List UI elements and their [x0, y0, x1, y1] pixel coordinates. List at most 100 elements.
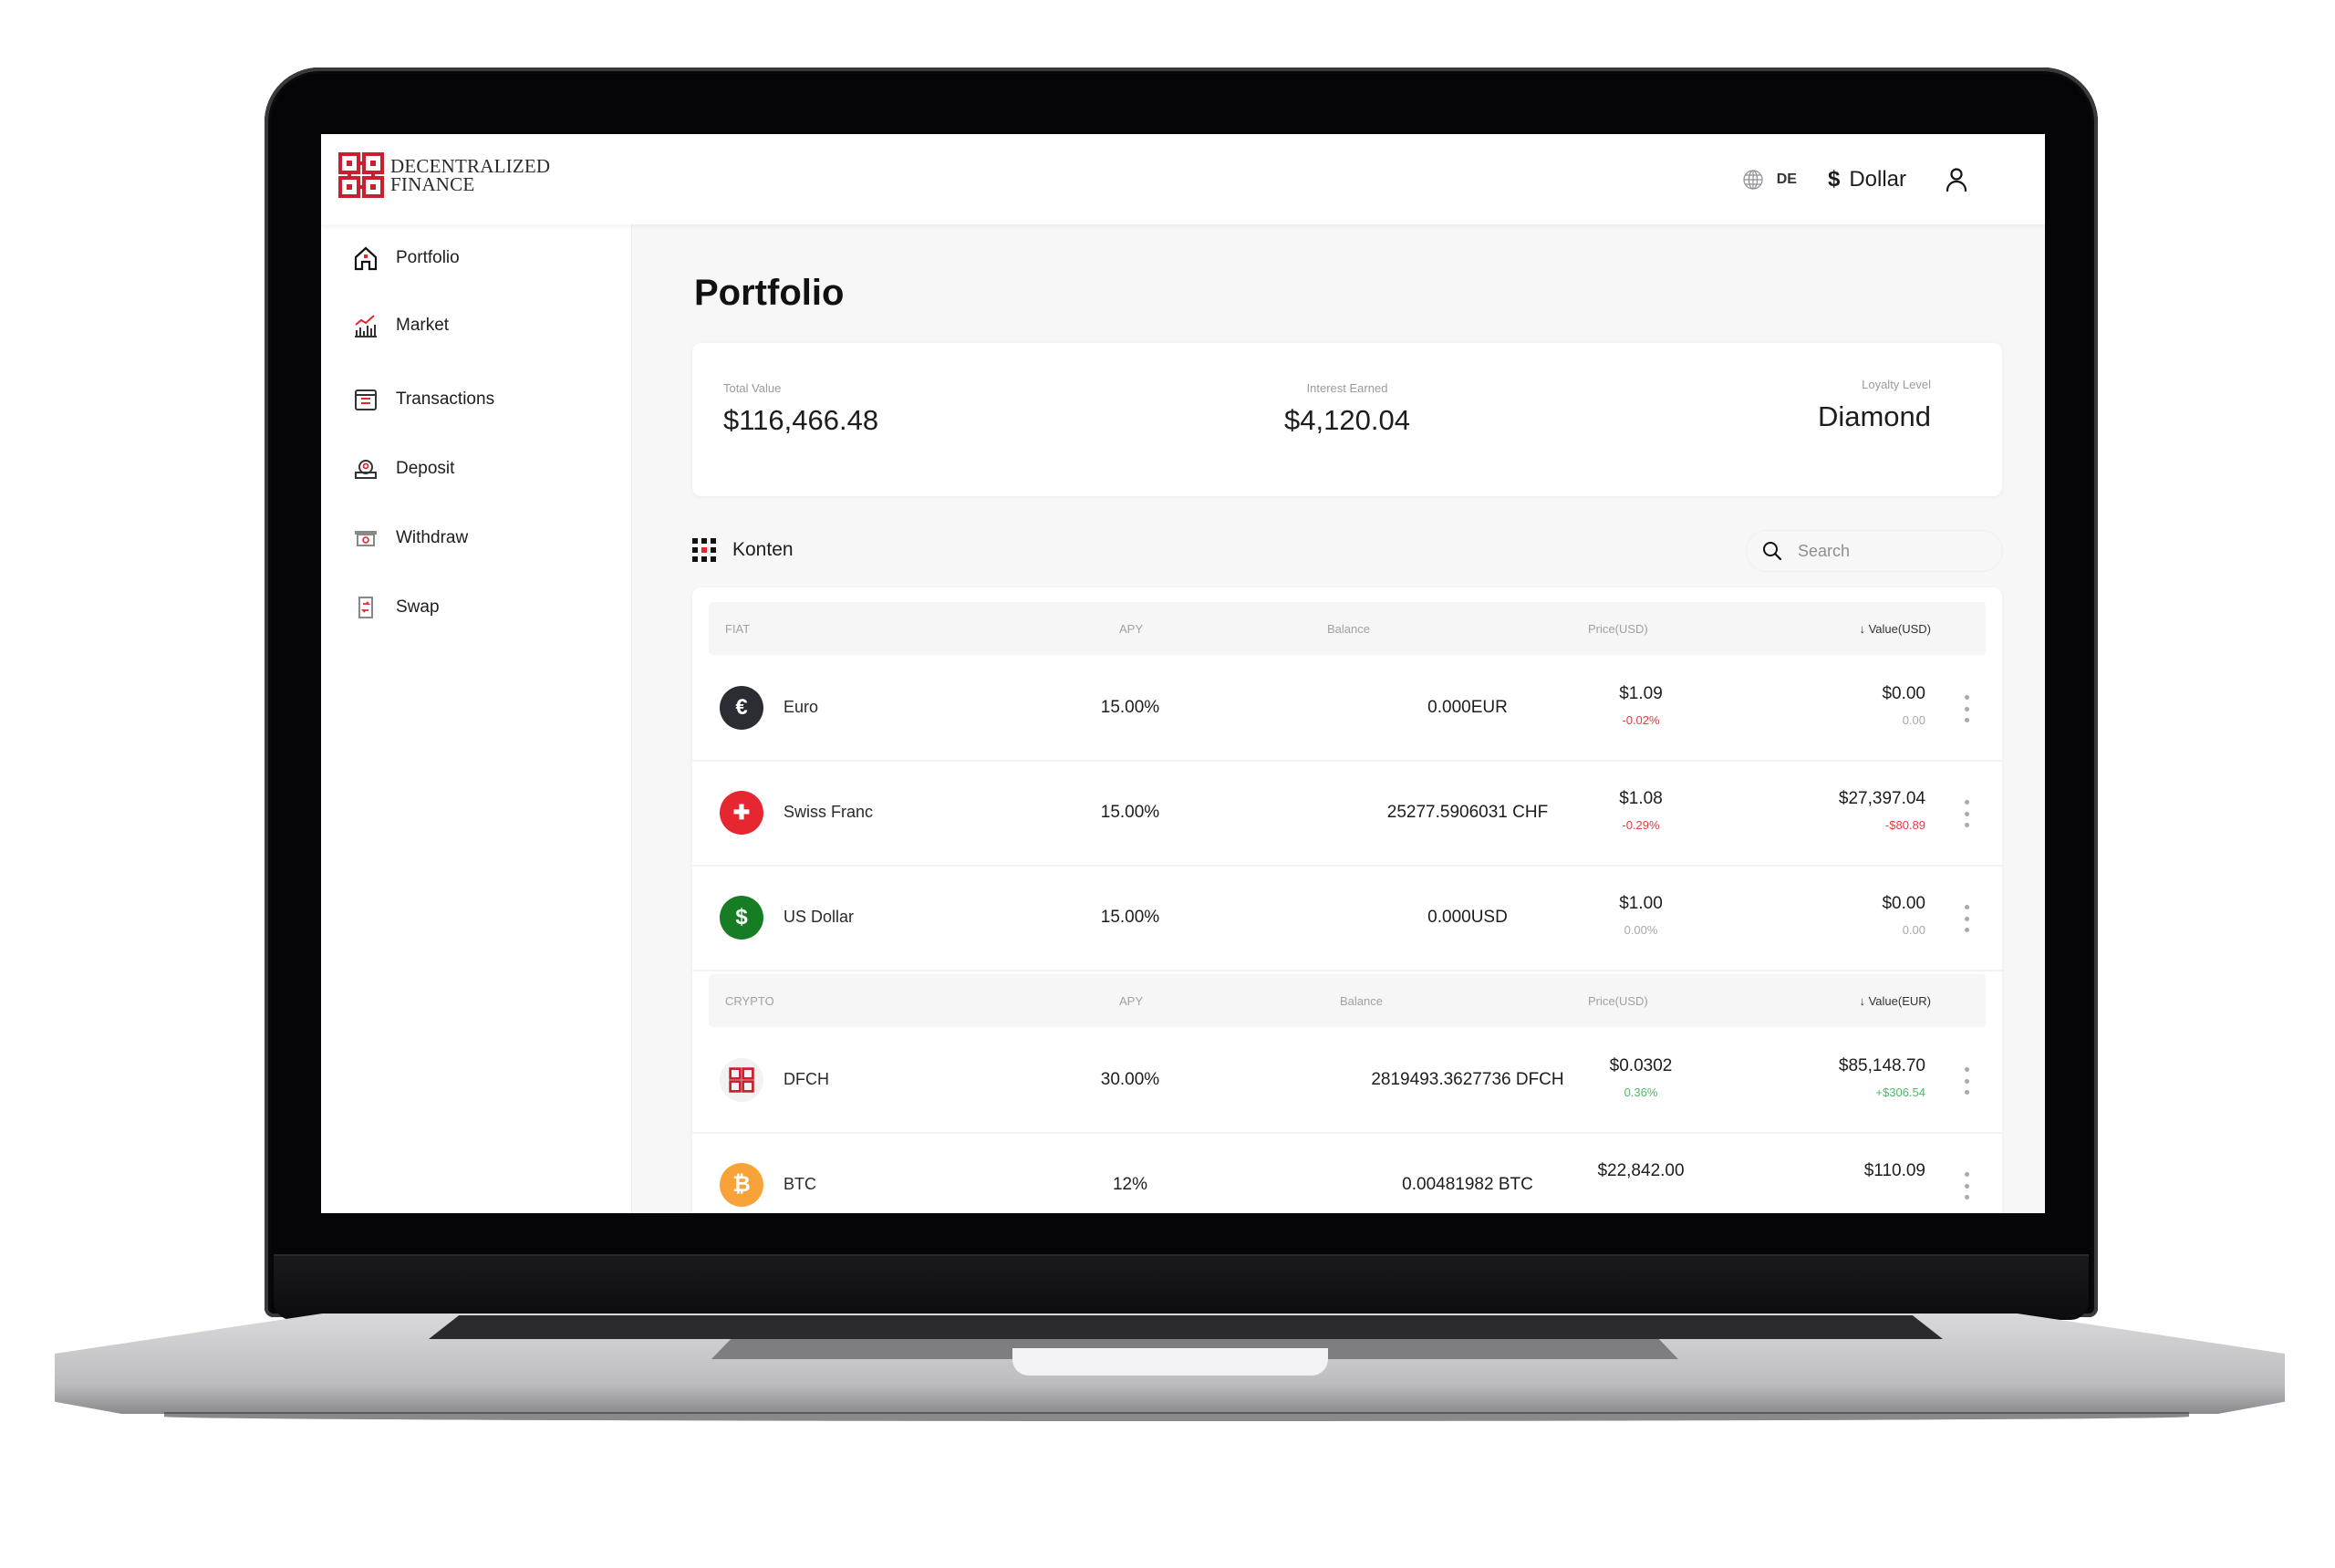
brand-line-1: DECENTRALIZED	[390, 155, 551, 177]
asset-apy: 15.00%	[1100, 803, 1160, 822]
value-amount: $0.00	[1882, 684, 1925, 703]
value-change: -$80.89	[1884, 818, 1925, 832]
table-row-swiss-franc[interactable]: ✚ Swiss Franc 15.00% 25277.5906031 CHF $…	[692, 760, 2002, 867]
more-options-icon[interactable]	[1962, 695, 1971, 722]
asset-name: BTC	[784, 1175, 816, 1193]
transactions-icon	[355, 389, 377, 410]
language-selector[interactable]: DE	[1742, 169, 1797, 191]
loyalty-level-label: Loyalty Level	[1862, 378, 1931, 391]
asset-value: $0.00 0.00	[1688, 894, 1925, 937]
sidebar-item-deposit[interactable]: Deposit	[352, 455, 454, 483]
laptop-keyboard	[429, 1315, 1943, 1339]
dfch-icon	[720, 1058, 763, 1102]
dollar-icon: $	[1827, 167, 1841, 192]
search-input[interactable]	[1796, 540, 1982, 562]
user-icon[interactable]	[1943, 166, 1970, 193]
euro-icon: €	[720, 686, 763, 730]
sidebar-item-label: Deposit	[396, 459, 455, 478]
table-row-us-dollar[interactable]: $ US Dollar 15.00% 0.000USD $1.00 0.00% …	[692, 865, 2002, 971]
asset-name: Euro	[784, 698, 819, 716]
asset-value: $85,148.70 +$306.54	[1688, 1056, 1925, 1099]
sidebar-item-portfolio[interactable]: Portfolio	[352, 244, 460, 272]
value-amount: $85,148.70	[1838, 1056, 1925, 1075]
swap-icon	[358, 597, 373, 618]
sidebar-item-label: Transactions	[396, 389, 495, 409]
column-header-balance[interactable]: Balance	[1327, 622, 1370, 636]
column-header-apy[interactable]: APY	[1119, 994, 1143, 1008]
globe-icon	[1743, 170, 1763, 190]
more-options-icon[interactable]	[1962, 800, 1971, 827]
currency-label: Dollar	[1849, 167, 1906, 192]
laptop-shadow	[164, 1412, 2189, 1421]
column-header-apy[interactable]: APY	[1119, 622, 1143, 636]
sidebar-item-label: Withdraw	[396, 528, 469, 547]
loyalty-level-value: Diamond	[1817, 400, 1931, 432]
column-header-crypto: CRYPTO	[725, 994, 774, 1008]
column-header-price[interactable]: Price(USD)	[1588, 622, 1648, 636]
accounts-title-text: Konten	[732, 539, 794, 560]
sidebar-item-label: Market	[396, 316, 450, 335]
asset-apy: 30.00%	[1100, 1070, 1160, 1089]
app-screen: DECENTRALIZED FINANCE DE $ Dollar Portfo…	[321, 134, 2045, 1213]
value-amount: $0.00	[1882, 894, 1925, 913]
asset-name: DFCH	[784, 1070, 829, 1088]
column-header-value-sorted[interactable]: ↓ Value(EUR)	[1859, 994, 1931, 1008]
value-change: 0.00	[1902, 713, 1925, 727]
sidebar-item-market[interactable]: Market	[352, 312, 449, 339]
asset-name: US Dollar	[784, 908, 855, 926]
swiss-franc-icon: ✚	[720, 791, 763, 835]
brand-logo[interactable]: DECENTRALIZED FINANCE	[337, 151, 550, 199]
brand-line-2: FINANCE	[390, 173, 475, 195]
column-header-value-sorted[interactable]: ↓ Value(USD)	[1859, 622, 1931, 636]
page-title: Portfolio	[694, 273, 845, 313]
more-options-icon[interactable]	[1962, 905, 1971, 932]
asset-name: Swiss Franc	[784, 803, 874, 821]
column-header-fiat: FIAT	[725, 622, 751, 636]
value-amount: $27,397.04	[1838, 789, 1925, 808]
table-row-dfch[interactable]: DFCH 30.00% 2819493.3627736 DFCH $0.0302…	[692, 1027, 2002, 1134]
asset-apy: 12%	[1112, 1175, 1148, 1194]
sidebar-item-label: Swap	[396, 597, 440, 617]
grid-icon	[692, 538, 716, 562]
bitcoin-icon: ₿	[720, 1163, 763, 1207]
loyalty-level-stat: Loyalty Level Diamond	[1818, 378, 1931, 433]
table-row-btc[interactable]: ₿ BTC 12% 0.00481982 BTC $22,842.00 $110…	[692, 1132, 2002, 1213]
fiat-table-header: FIAT APY Balance Price(USD) ↓ Value(USD)	[709, 602, 1986, 655]
us-dollar-icon: $	[720, 896, 763, 940]
sidebar-item-swap[interactable]: Swap	[352, 594, 440, 621]
more-options-icon[interactable]	[1962, 1067, 1971, 1095]
deposit-icon	[355, 460, 377, 479]
asset-value: $110.09	[1688, 1161, 1925, 1190]
interest-earned-label: Interest Earned	[1306, 381, 1388, 395]
sidebar-item-withdraw[interactable]: Withdraw	[352, 524, 468, 552]
language-code: DE	[1776, 171, 1797, 187]
laptop-notch	[1012, 1348, 1328, 1376]
more-options-icon[interactable]	[1962, 1172, 1971, 1199]
interest-earned-value: $4,120.04	[1284, 404, 1410, 436]
sidebar-item-transactions[interactable]: Transactions	[352, 386, 494, 413]
sidebar-item-label: Portfolio	[396, 248, 460, 267]
crypto-table-header: CRYPTO APY Balance Price(USD) ↓ Value(EU…	[709, 974, 1986, 1027]
laptop-hinge	[274, 1254, 2089, 1320]
main-content: Portfolio Total Value $116,466.48 Intere…	[632, 224, 2045, 1213]
table-row-euro[interactable]: € Euro 15.00% 0.000EUR $1.09 -0.02% $0.0…	[692, 655, 2002, 762]
home-icon	[354, 246, 378, 271]
portfolio-summary-card: Total Value $116,466.48 Interest Earned …	[692, 343, 2002, 496]
asset-apy: 15.00%	[1100, 908, 1160, 927]
brand-name: DECENTRALIZED FINANCE	[390, 155, 551, 195]
value-amount: $110.09	[1863, 1161, 1925, 1180]
top-header: DECENTRALIZED FINANCE DE $ Dollar	[321, 134, 2045, 224]
accounts-table: FIAT APY Balance Price(USD) ↓ Value(USD)…	[692, 587, 2002, 1213]
value-change: +$306.54	[1875, 1085, 1925, 1099]
asset-value: $0.00 0.00	[1688, 684, 1925, 727]
asset-value: $27,397.04 -$80.89	[1688, 789, 1925, 832]
accounts-toolbar: Konten	[692, 531, 2002, 571]
search-icon	[1763, 542, 1782, 561]
sidebar: Portfolio Market Transactions Deposit Wi…	[321, 224, 632, 1213]
column-header-price[interactable]: Price(USD)	[1588, 994, 1648, 1008]
chart-icon	[355, 315, 377, 337]
column-header-balance[interactable]: Balance	[1340, 994, 1383, 1008]
currency-selector[interactable]: $ Dollar	[1828, 167, 1906, 192]
search-box[interactable]	[1747, 531, 2002, 571]
value-change: 0.00	[1902, 923, 1925, 937]
